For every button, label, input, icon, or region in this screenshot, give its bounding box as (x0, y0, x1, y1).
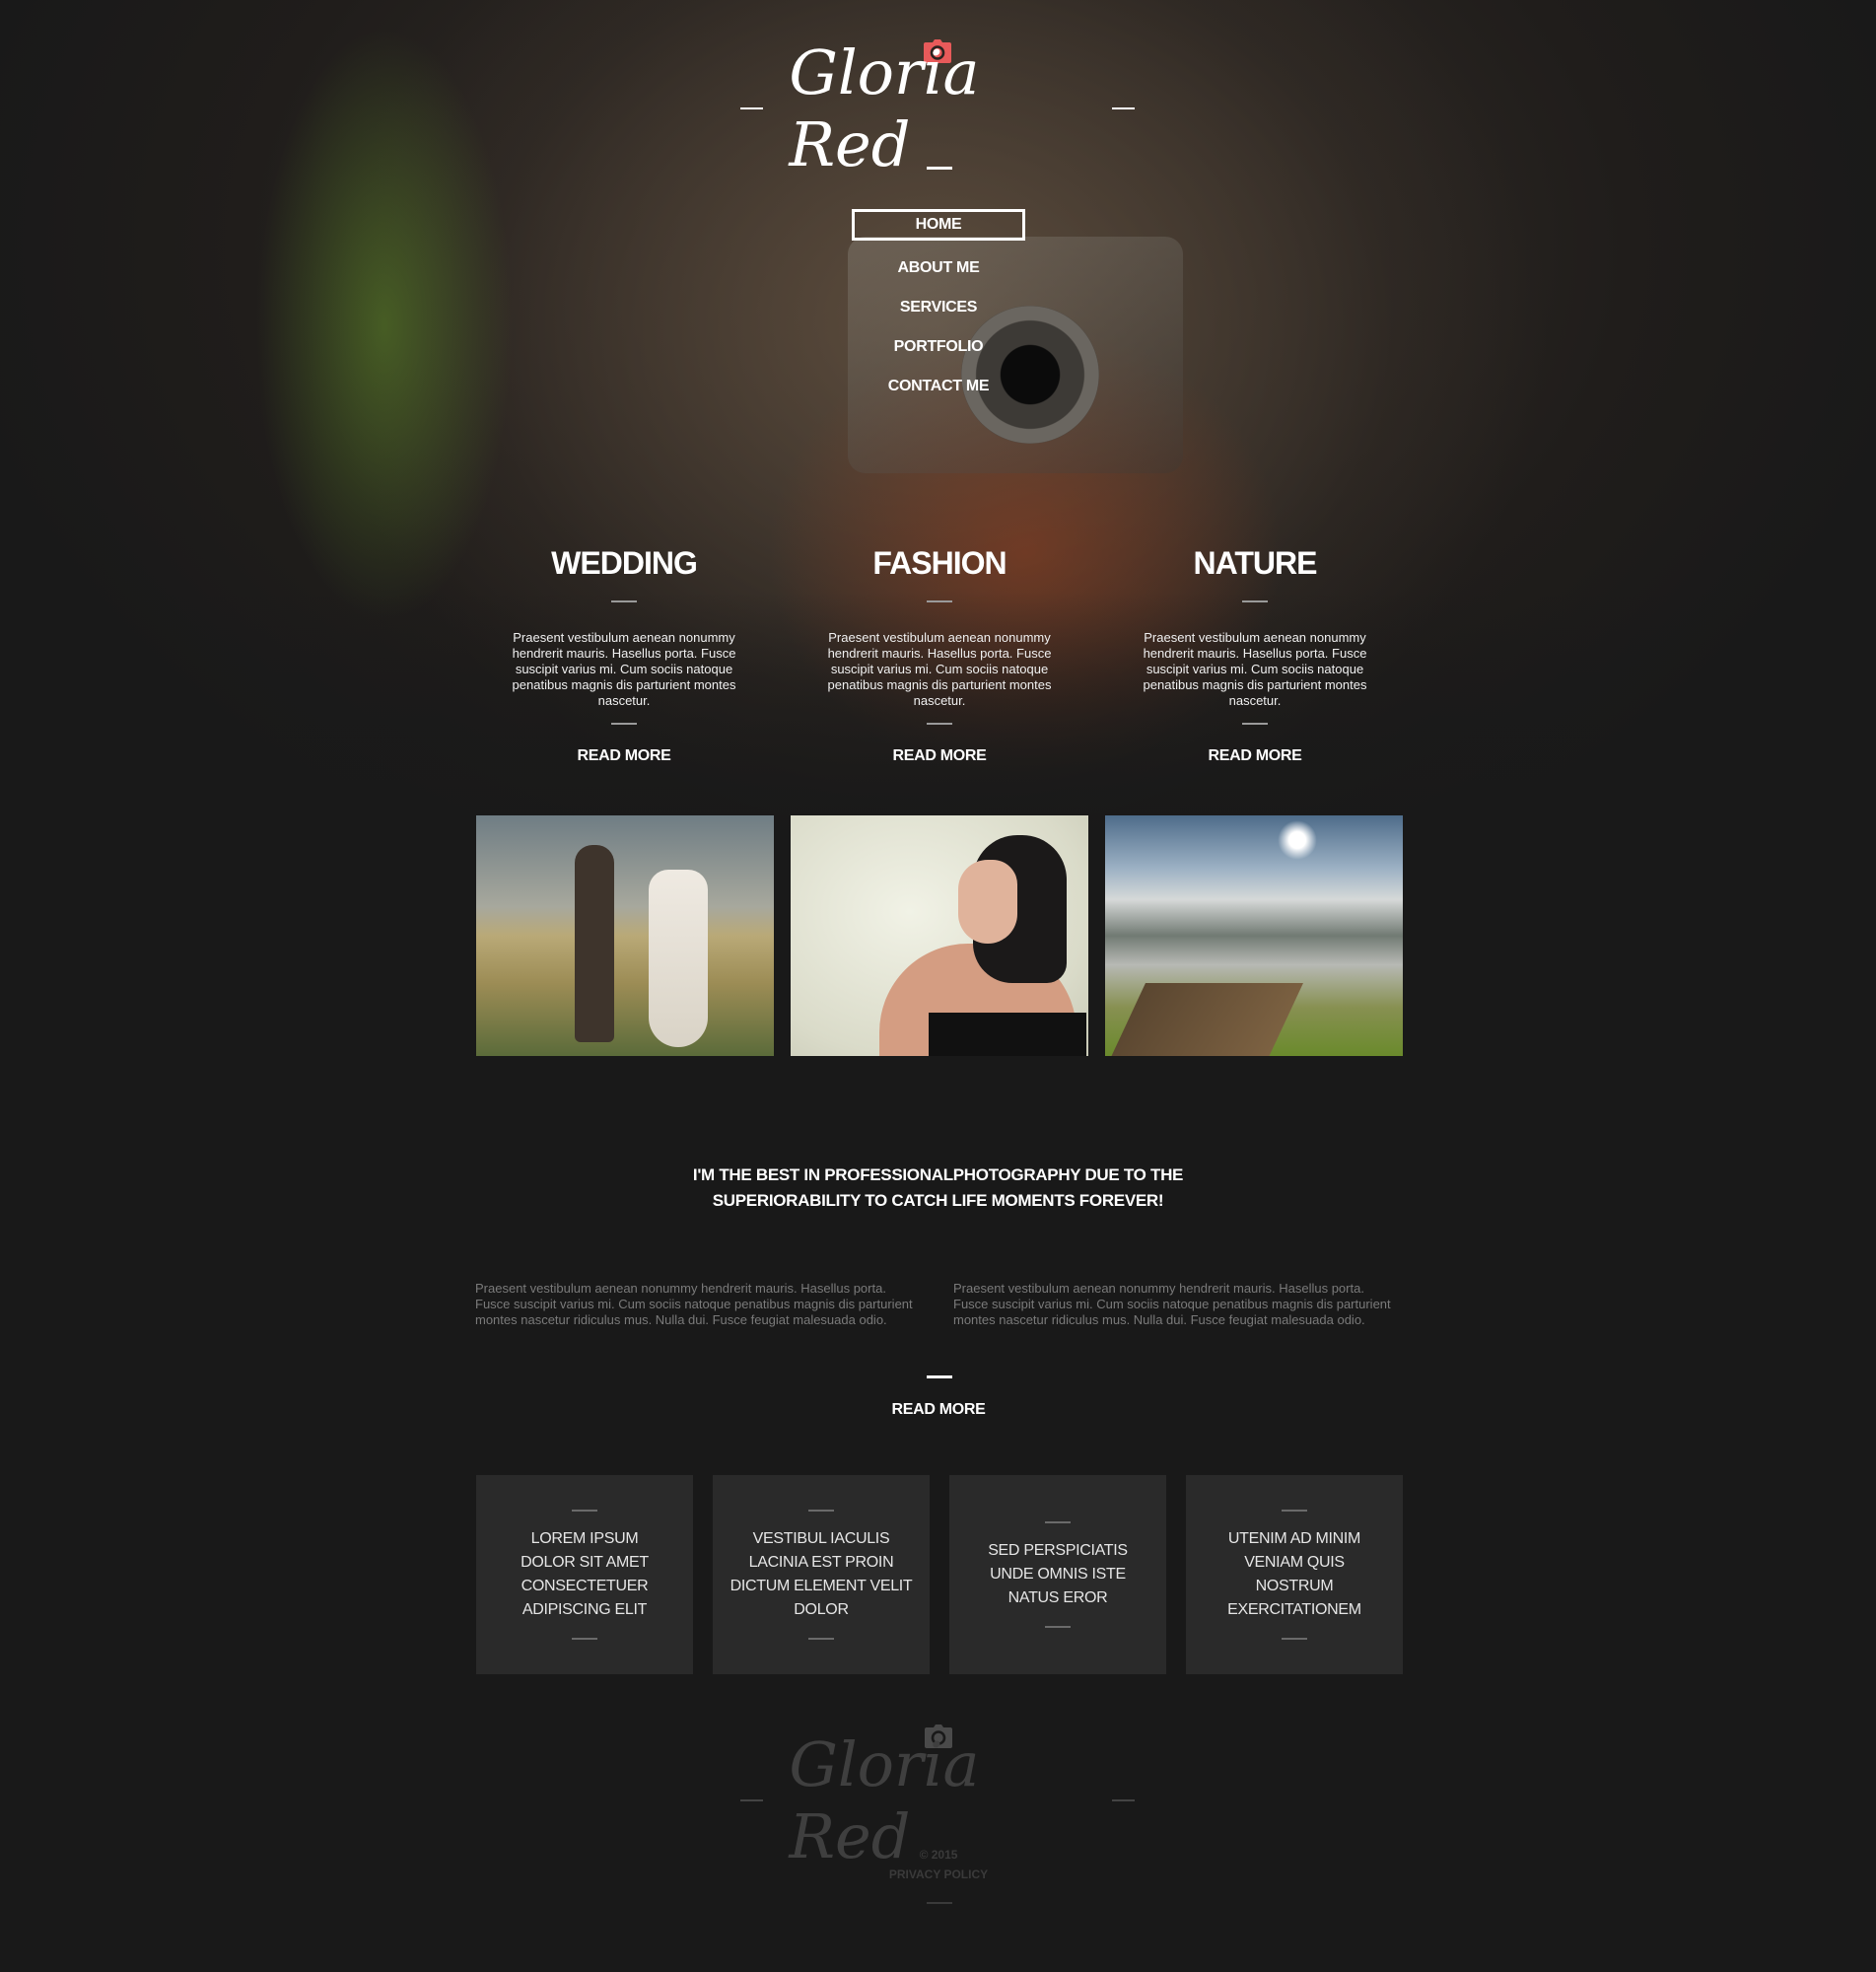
copyright-text: © 2015 (919, 1848, 958, 1862)
read-more-link[interactable]: READ MORE (892, 744, 986, 768)
fashion-photo[interactable] (791, 815, 1088, 1056)
site-title: Gloria Red (789, 36, 980, 180)
photo-model-dress (929, 1013, 1086, 1056)
about-heading: I'M THE BEST IN PROFESSIONALPHOTOGRAPHY … (692, 1165, 1184, 1210)
photo-groom (575, 845, 614, 1042)
feature-fashion: FASHION Praesent vestibulum aenean nonum… (792, 537, 1087, 768)
feature-title: NATURE (1193, 544, 1318, 581)
tile-divider-bottom (1045, 1626, 1071, 1628)
service-tile[interactable]: SED PERSPICIATIS UNDE OMNIS ISTE NATUS E… (949, 1475, 1166, 1674)
feature-nature: NATURE Praesent vestibulum aenean nonumm… (1107, 537, 1403, 768)
feature-text: Praesent vestibulum aenean nonummy hendr… (512, 630, 736, 708)
privacy-policy-link[interactable]: PRIVACY POLICY (840, 1867, 1037, 1881)
feature-divider (1242, 600, 1268, 602)
feature-title: WEDDING (551, 544, 698, 581)
read-more-link[interactable]: READ MORE (1208, 744, 1301, 768)
feature-text: Praesent vestibulum aenean nonummy hendr… (1143, 630, 1367, 708)
footer-brand-dash-left (740, 1799, 764, 1801)
about-read-more-link[interactable]: READ MORE (840, 1396, 1037, 1424)
nav-item-about-me[interactable]: ABOUT ME (852, 248, 1025, 288)
nature-photo[interactable] (1105, 815, 1403, 1056)
tile-divider-top (572, 1510, 597, 1512)
about-divider (927, 1375, 952, 1378)
feature-text: Praesent vestibulum aenean nonummy hendr… (827, 630, 1052, 708)
feature-divider (927, 723, 952, 725)
tile-divider-top (808, 1510, 834, 1512)
nav-item-portfolio[interactable]: PORTFOLIO (852, 327, 1025, 367)
tile-divider-bottom (1282, 1638, 1307, 1640)
feature-divider (611, 723, 637, 725)
tile-label: LOREM IPSUM DOLOR SIT AMET CONSECTETUER … (521, 1530, 649, 1618)
nav-item-services[interactable]: SERVICES (852, 288, 1025, 327)
photo-model-face (958, 860, 1017, 944)
footer-brand-dash-right (1111, 1799, 1135, 1801)
photo-boardwalk (1105, 983, 1303, 1056)
about-columns: Praesent vestibulum aenean nonummy hendr… (475, 1281, 1402, 1328)
nav-item-contact-me[interactable]: CONTACT ME (852, 367, 1025, 406)
services-tiles: LOREM IPSUM DOLOR SIT AMET CONSECTETUER … (476, 1475, 1403, 1674)
service-tile[interactable]: UTENIM AD MINIM VENIAM QUIS NOSTRUM EXER… (1186, 1475, 1403, 1674)
about-text-left: Praesent vestibulum aenean nonummy hendr… (475, 1281, 913, 1327)
wedding-photo[interactable] (476, 815, 774, 1056)
photo-sun (1278, 820, 1317, 860)
footer-divider (927, 1902, 952, 1904)
portfolio-photos (476, 815, 1403, 1056)
feature-title: FASHION (872, 544, 1007, 581)
read-more-link[interactable]: READ MORE (577, 744, 670, 768)
tile-divider-bottom (572, 1638, 597, 1640)
main-nav: HOME ABOUT ME SERVICES PORTFOLIO CONTACT… (852, 209, 1025, 406)
nav-item-home[interactable]: HOME (852, 209, 1025, 241)
brand-divider (927, 167, 952, 170)
brand-dash-left (740, 107, 764, 109)
tile-label: VESTIBUL IACULIS LACINIA EST PROIN DICTU… (730, 1530, 913, 1618)
brand-dash-right (1111, 107, 1135, 109)
features-section: WEDDING Praesent vestibulum aenean nonum… (476, 537, 1403, 768)
photo-bride (649, 870, 708, 1047)
site-brand[interactable]: Gloria Red (740, 36, 1135, 180)
feature-divider (1242, 723, 1268, 725)
about-text-right: Praesent vestibulum aenean nonummy hendr… (953, 1281, 1391, 1327)
tile-divider-bottom (808, 1638, 834, 1640)
tile-divider-top (1045, 1521, 1071, 1523)
service-tile[interactable]: VESTIBUL IACULIS LACINIA EST PROIN DICTU… (713, 1475, 930, 1674)
tile-label: SED PERSPICIATIS UNDE OMNIS ISTE NATUS E… (988, 1542, 1128, 1606)
tile-label: UTENIM AD MINIM VENIAM QUIS NOSTRUM EXER… (1227, 1530, 1361, 1618)
feature-divider (611, 600, 637, 602)
feature-wedding: WEDDING Praesent vestibulum aenean nonum… (476, 537, 772, 768)
service-tile[interactable]: LOREM IPSUM DOLOR SIT AMET CONSECTETUER … (476, 1475, 693, 1674)
feature-divider (927, 600, 952, 602)
footer-brand[interactable]: Gloria Red (740, 1728, 1135, 1872)
tile-divider-top (1282, 1510, 1307, 1512)
